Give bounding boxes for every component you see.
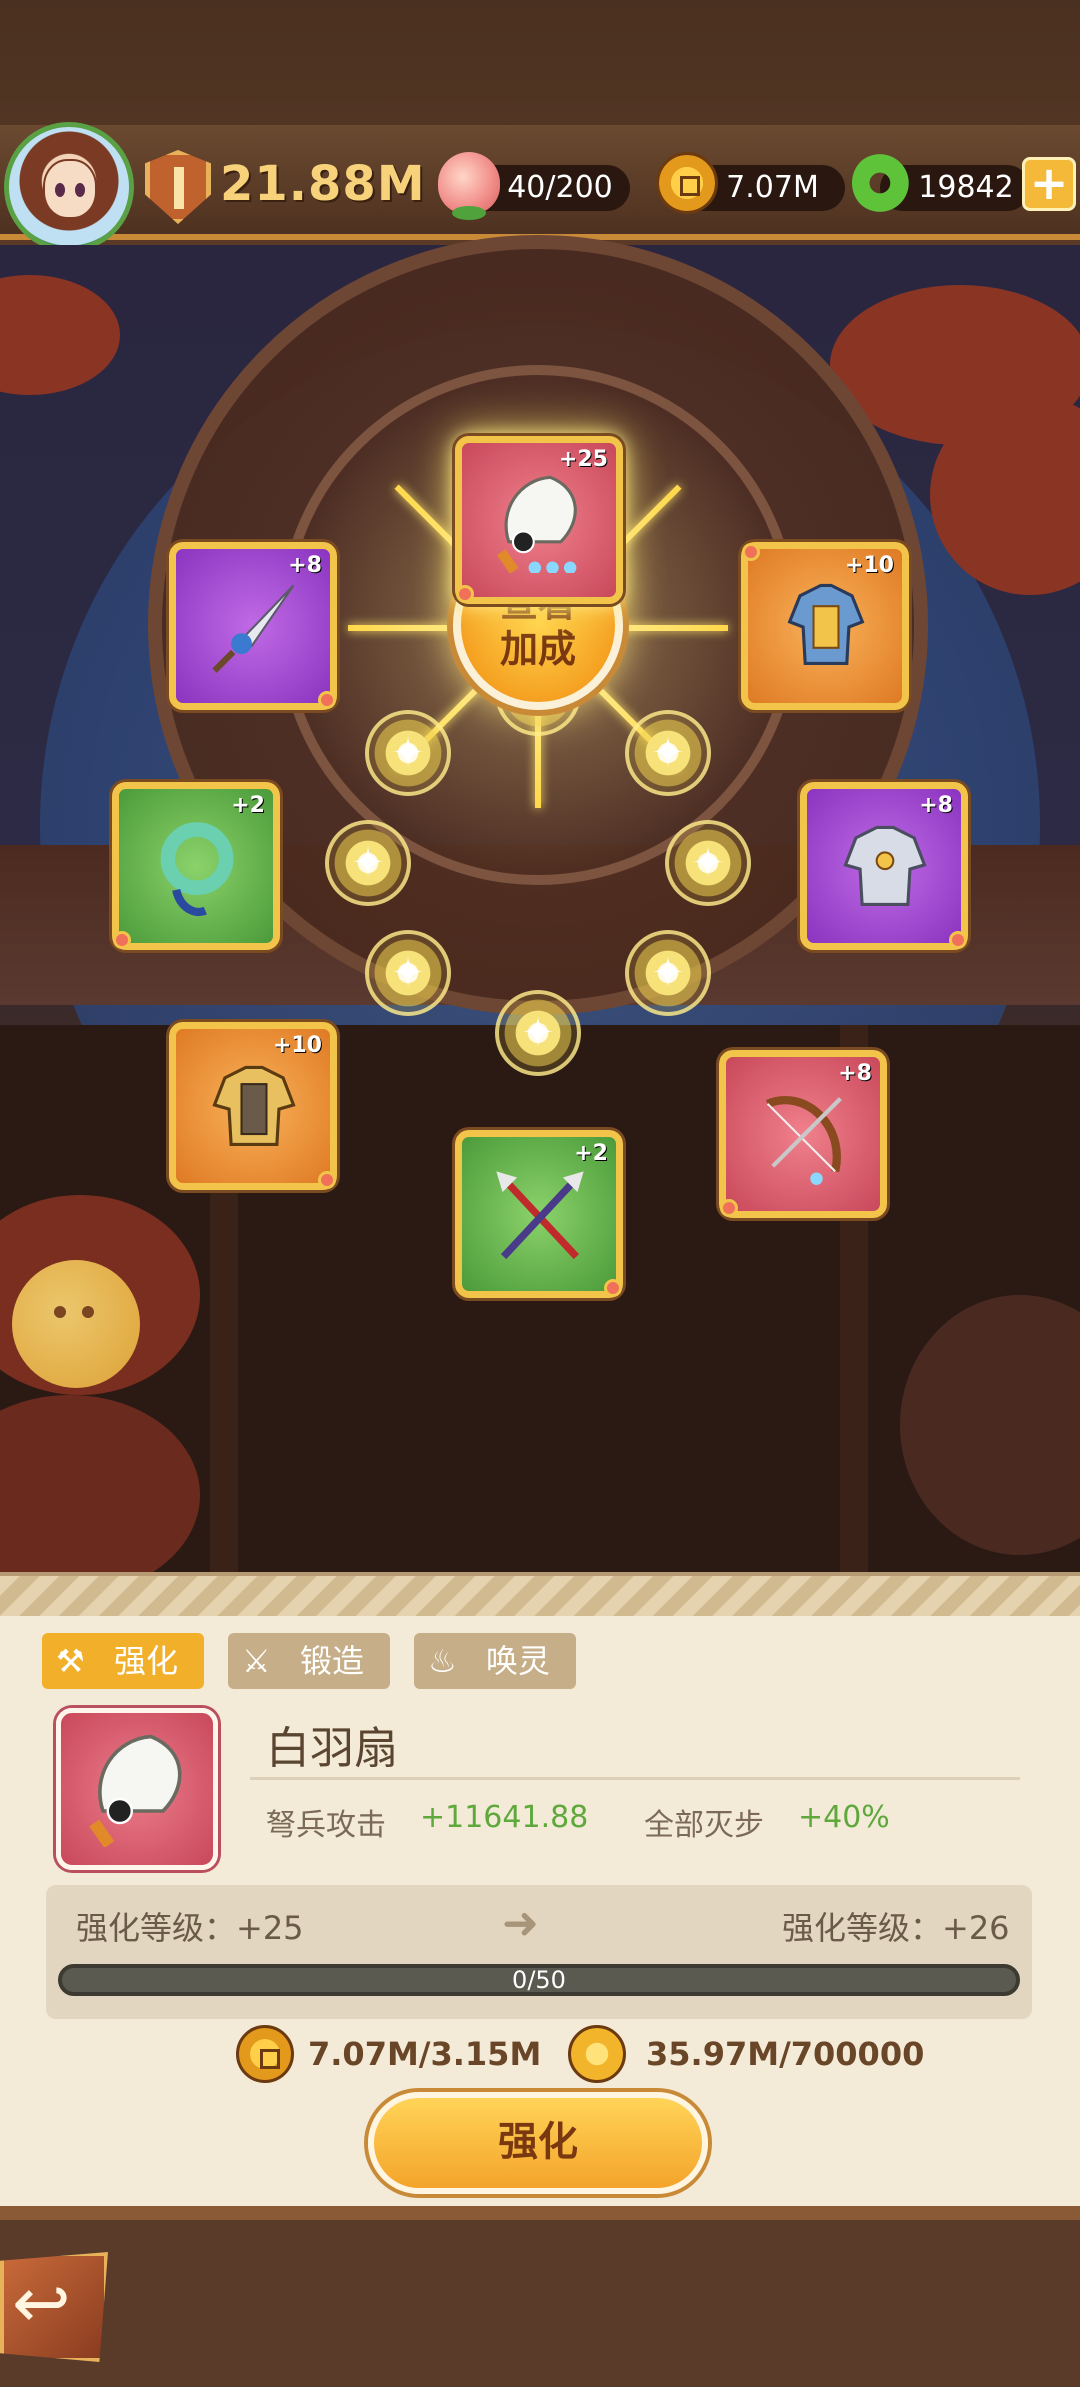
stat-label: 弩兵攻击 bbox=[266, 1808, 386, 1843]
equip-slot-armor-blue[interactable]: +10 bbox=[741, 542, 909, 710]
equip-slot-dagger[interactable]: +8 bbox=[169, 542, 337, 710]
equip-slot-jade-ring[interactable]: +2 bbox=[112, 782, 280, 950]
peach-icon bbox=[438, 152, 500, 220]
tab-label: 唤灵 bbox=[486, 1642, 551, 1680]
tab-enhance[interactable]: ⚒ 强化 bbox=[42, 1633, 204, 1689]
glow-node bbox=[625, 710, 711, 796]
jade-icon bbox=[852, 152, 914, 214]
back-arrow-icon: ↩ bbox=[12, 2262, 71, 2344]
tab-summon[interactable]: ♨ 唤灵 bbox=[414, 1633, 576, 1689]
view-bonus-line2: 加成 bbox=[499, 627, 576, 671]
slot-gem bbox=[742, 543, 760, 561]
slot-gem bbox=[720, 1199, 738, 1217]
glow-node bbox=[325, 820, 411, 906]
equip-slot-fan[interactable]: +25 bbox=[455, 436, 623, 604]
equip-slot-twin-spears[interactable]: +2 bbox=[455, 1130, 623, 1298]
stat-value: +40% bbox=[798, 1800, 890, 1835]
selected-item-frame[interactable] bbox=[56, 1708, 218, 1870]
material-cost: 35.97M/700000 bbox=[646, 2035, 925, 2073]
slot-gem bbox=[113, 931, 131, 949]
feather-fan-icon bbox=[496, 475, 577, 573]
blue-armor-icon bbox=[787, 583, 865, 665]
progress-text: 0/50 bbox=[512, 1966, 566, 1994]
glow-node bbox=[365, 710, 451, 796]
enhance-progress-bar: 0/50 bbox=[58, 1964, 1020, 1996]
dagger-icon bbox=[212, 584, 295, 673]
tab-forge[interactable]: ⚔ 锻造 bbox=[228, 1633, 390, 1689]
current-level-label: 强化等级：+25 bbox=[76, 1909, 304, 1947]
glow-node bbox=[365, 930, 451, 1016]
item-name: 白羽扇 bbox=[266, 1723, 398, 1774]
player-avatar[interactable] bbox=[4, 122, 134, 252]
divider bbox=[250, 1777, 1020, 1780]
jade-value: 19842 bbox=[918, 170, 1014, 205]
slot-gem bbox=[604, 1279, 622, 1297]
avatar-face bbox=[43, 159, 97, 219]
glow-node bbox=[625, 930, 711, 1016]
twin-spears-icon bbox=[496, 1171, 584, 1260]
equip-slot-armor-silver[interactable]: +8 bbox=[800, 782, 968, 950]
coin-cost: 7.07M/3.15M bbox=[308, 2035, 542, 2073]
equip-slot-bow[interactable]: +8 bbox=[719, 1050, 887, 1218]
footer-bar bbox=[0, 2206, 1080, 2387]
equip-slot-armor-gold[interactable]: +10 bbox=[169, 1022, 337, 1190]
slot-gem bbox=[456, 585, 474, 603]
anvil-icon: ⚔ bbox=[242, 1642, 271, 1680]
maple-tree bbox=[0, 275, 120, 395]
chat-bubble-button[interactable] bbox=[12, 1260, 140, 1388]
flame-icon: ♨ bbox=[428, 1642, 457, 1680]
slot-gem bbox=[318, 691, 336, 709]
glow-node bbox=[495, 990, 581, 1076]
stamina-value: 40/200 bbox=[507, 170, 613, 205]
next-level-label: 强化等级：+26 bbox=[782, 1909, 1010, 1947]
coins-value: 7.07M bbox=[726, 170, 819, 205]
scroll-border bbox=[0, 1572, 1080, 1616]
slot-gem bbox=[318, 1171, 336, 1189]
slot-gem bbox=[949, 931, 967, 949]
coin-icon bbox=[236, 2025, 294, 2083]
enhance-stone-icon bbox=[568, 2025, 626, 2083]
stat-label: 全部灭步 bbox=[644, 1808, 764, 1843]
glow-node bbox=[665, 820, 751, 906]
enhance-button[interactable]: 强化 bbox=[368, 2092, 708, 2194]
feather-fan-icon bbox=[89, 1734, 182, 1847]
bow-icon bbox=[765, 1095, 842, 1185]
jade-ring-icon bbox=[160, 822, 234, 916]
gold-armor-icon bbox=[212, 1065, 296, 1146]
hammer-icon: ⚒ bbox=[56, 1642, 85, 1680]
arrow-right-icon: ➜ bbox=[502, 1898, 539, 1949]
tab-label: 强化 bbox=[114, 1642, 179, 1680]
coin-icon bbox=[656, 152, 718, 214]
tab-label: 锻造 bbox=[300, 1642, 365, 1680]
add-currency-button[interactable]: + bbox=[1022, 157, 1076, 211]
stat-value: +11641.88 bbox=[420, 1800, 589, 1835]
silver-armor-icon bbox=[843, 825, 927, 906]
combat-power: 21.88M bbox=[220, 156, 426, 212]
